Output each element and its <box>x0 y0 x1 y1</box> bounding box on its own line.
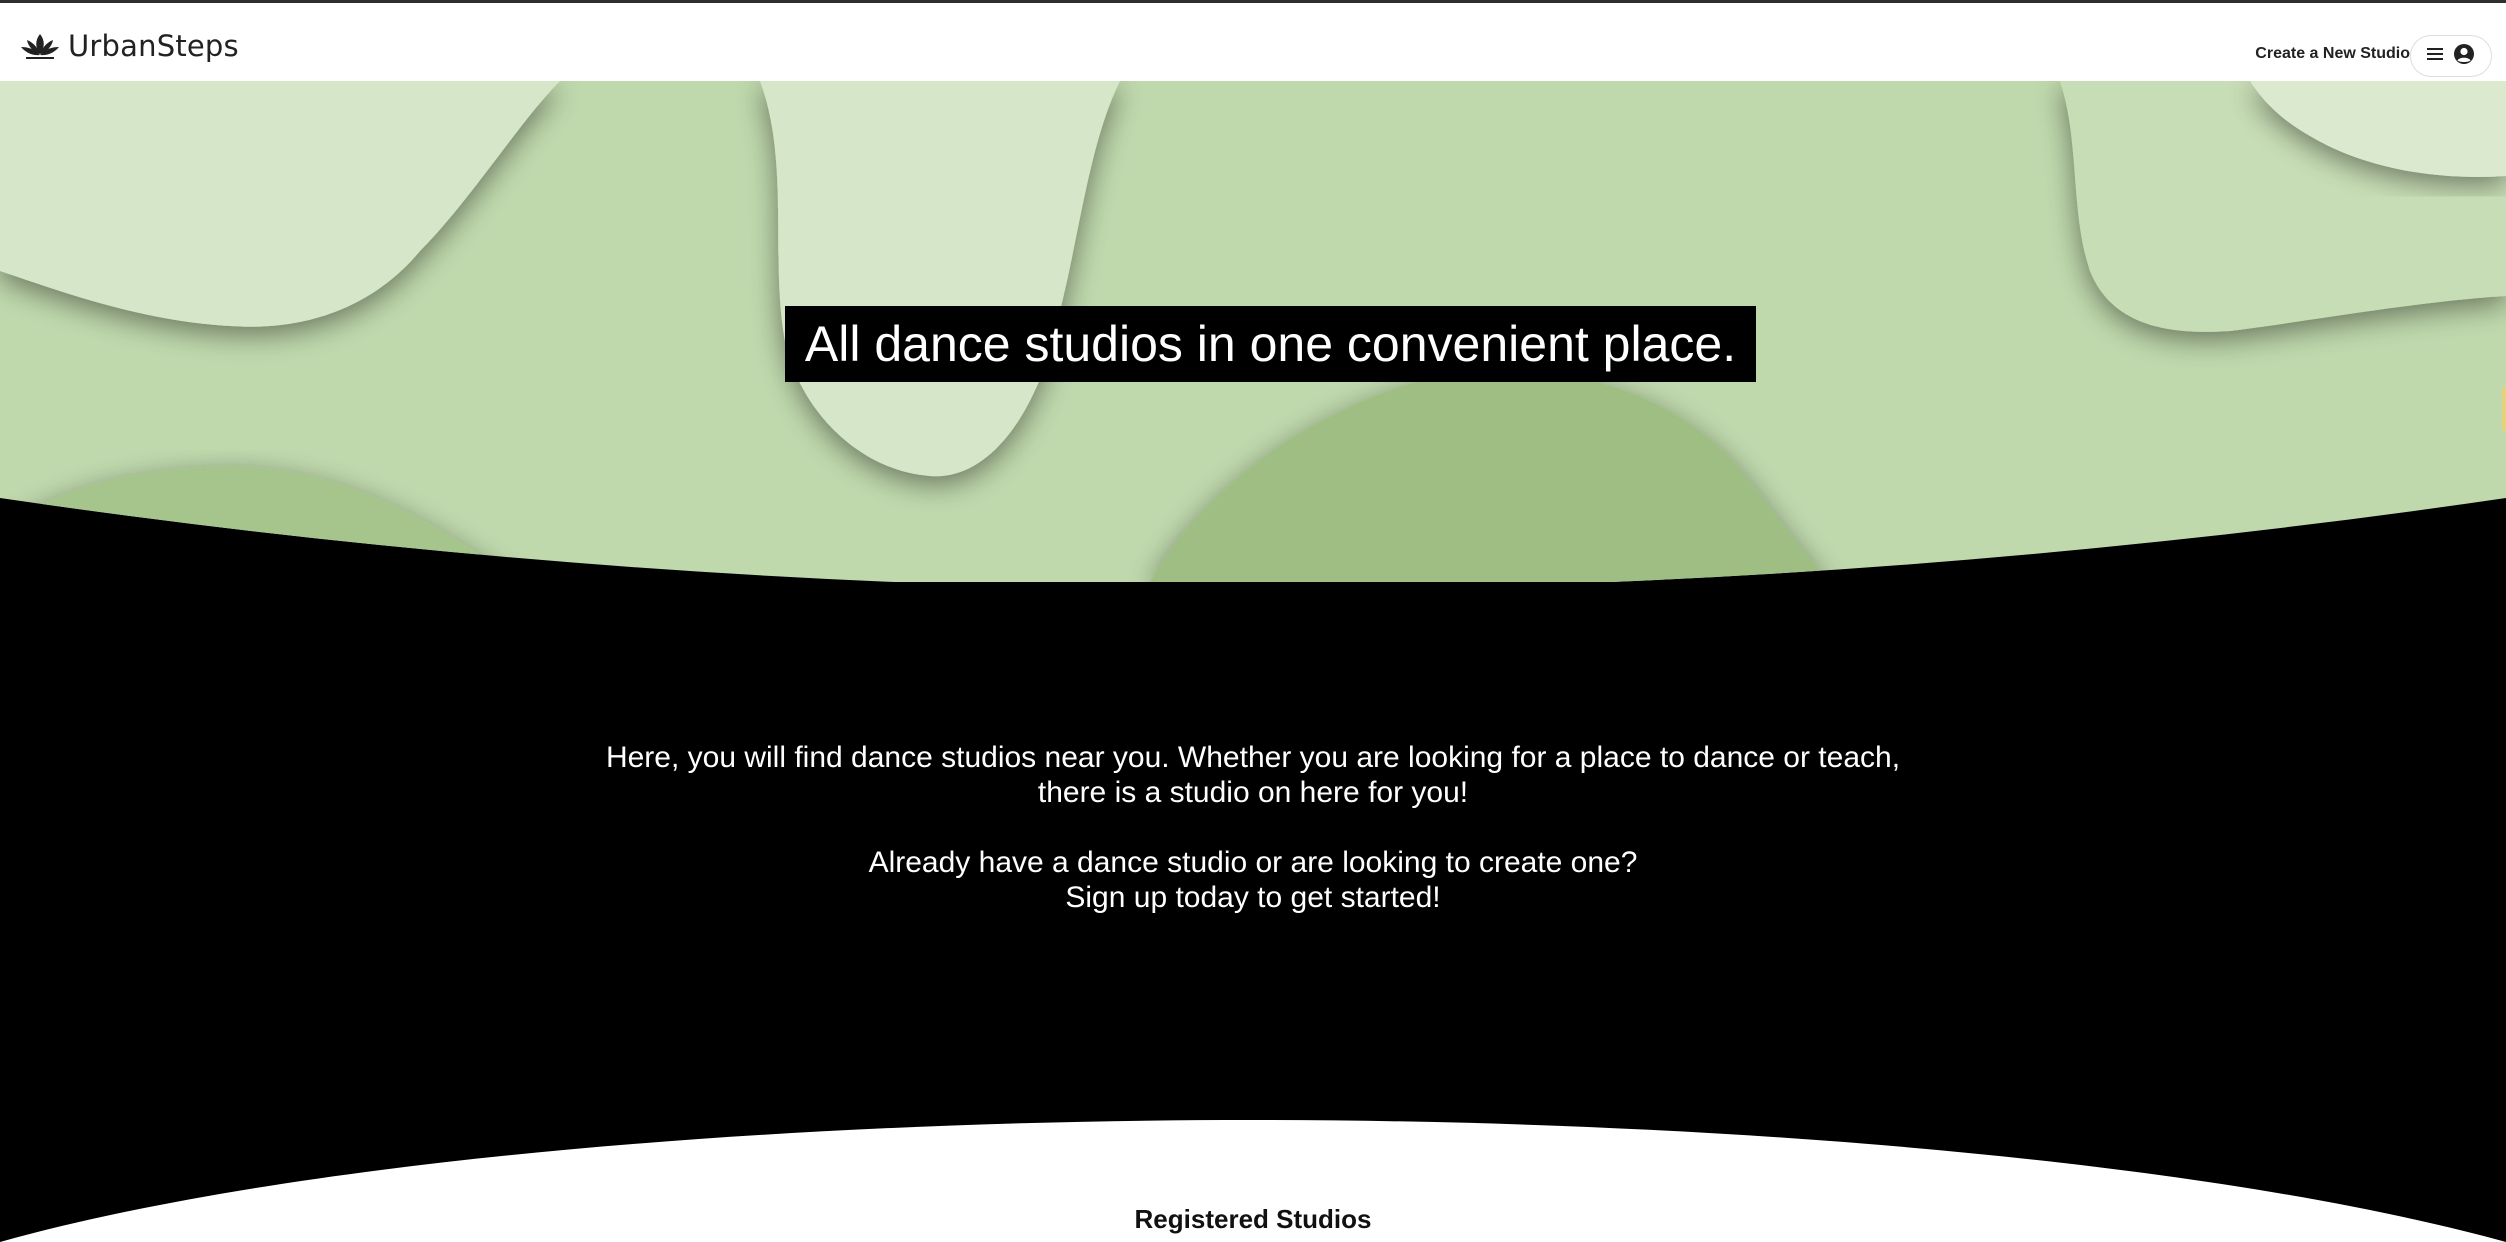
create-new-studio-link[interactable]: Create a New Studio <box>2255 45 2410 63</box>
hero-title: All dance studios in one convenient plac… <box>804 316 1737 372</box>
hamburger-icon <box>2427 47 2443 66</box>
intro-line-4: Sign up today to get started! <box>1065 881 1441 914</box>
hero-title-box: All dance studios in one convenient plac… <box>785 306 1756 382</box>
user-menu-button[interactable] <box>2410 35 2492 77</box>
user-circle-icon <box>2453 43 2475 70</box>
intro-text: Here, you will find dance studios near y… <box>0 740 2506 915</box>
intro-line-3: Already have a dance studio or are looki… <box>868 846 1638 879</box>
intro-line-2: there is a studio on here for you! <box>1037 776 1469 809</box>
side-tab-marker <box>2502 387 2506 431</box>
registered-studios-heading: Registered Studios <box>1134 1204 1372 1234</box>
lotus-icon <box>20 32 60 60</box>
navbar: UrbanSteps Create a New Studio <box>0 3 2506 81</box>
brand-logo-link[interactable]: UrbanSteps <box>20 29 239 63</box>
intro-line-1: Here, you will find dance studios near y… <box>605 741 1901 774</box>
brand-name: UrbanSteps <box>68 29 239 63</box>
